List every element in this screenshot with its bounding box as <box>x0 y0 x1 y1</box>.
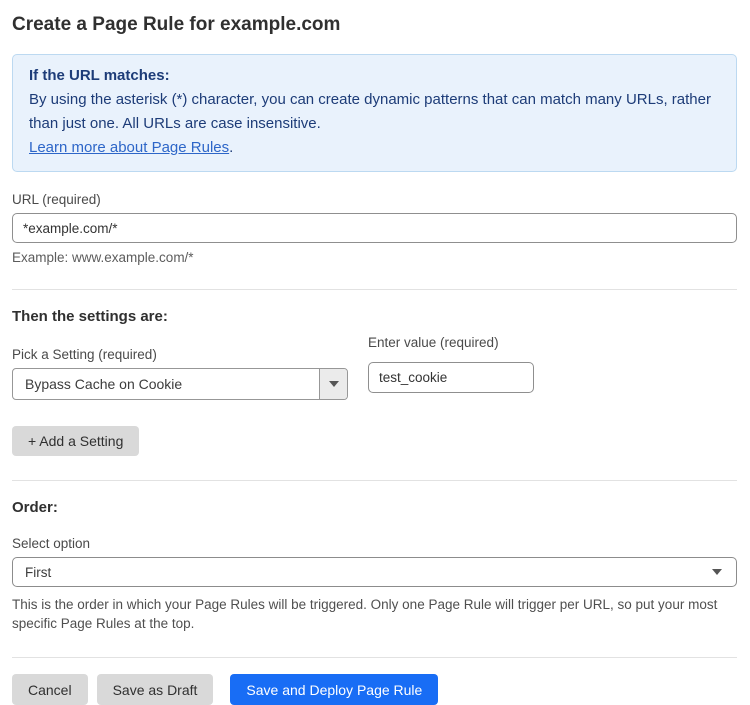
caret-down-icon <box>329 381 339 387</box>
link-period: . <box>229 139 233 156</box>
setting-value-label: Enter value (required) <box>368 335 534 350</box>
setting-select-column: Pick a Setting (required) Bypass Cache o… <box>12 327 348 400</box>
divider <box>12 480 737 481</box>
page-title: Create a Page Rule for example.com <box>12 12 737 40</box>
setting-value-column: Enter value (required) <box>368 327 534 393</box>
footer-button-row: Cancel Save as Draft Save and Deploy Pag… <box>12 674 737 705</box>
caret-down-icon <box>712 569 722 575</box>
url-matches-info-box: If the URL matches: By using the asteris… <box>12 54 737 172</box>
save-as-draft-button[interactable]: Save as Draft <box>97 674 214 705</box>
settings-row: Pick a Setting (required) Bypass Cache o… <box>12 327 737 400</box>
url-input[interactable] <box>12 213 737 243</box>
setting-value-input[interactable] <box>368 362 534 393</box>
info-box-link-line: Learn more about Page Rules. <box>29 136 720 160</box>
order-section-heading: Order: <box>12 499 737 516</box>
save-and-deploy-button[interactable]: Save and Deploy Page Rule <box>230 674 438 705</box>
settings-section-heading: Then the settings are: <box>12 308 737 325</box>
divider <box>12 657 737 658</box>
info-box-body: By using the asterisk (*) character, you… <box>29 88 720 136</box>
setting-select-dropdown-button[interactable] <box>319 369 347 399</box>
info-box-heading: If the URL matches: <box>29 64 720 88</box>
url-example-helper: Example: www.example.com/* <box>12 250 737 265</box>
setting-select[interactable]: Bypass Cache on Cookie <box>12 368 348 400</box>
learn-more-link[interactable]: Learn more about Page Rules <box>29 139 229 156</box>
order-select[interactable]: First <box>12 557 737 587</box>
divider <box>12 289 737 290</box>
order-select-value: First <box>25 565 712 580</box>
add-setting-button[interactable]: + Add a Setting <box>12 426 139 456</box>
cancel-button[interactable]: Cancel <box>12 674 88 705</box>
url-field-label: URL (required) <box>12 192 737 207</box>
setting-select-label: Pick a Setting (required) <box>12 347 348 362</box>
order-select-label: Select option <box>12 536 737 551</box>
setting-select-value: Bypass Cache on Cookie <box>13 369 319 399</box>
order-helper-text: This is the order in which your Page Rul… <box>12 595 737 633</box>
